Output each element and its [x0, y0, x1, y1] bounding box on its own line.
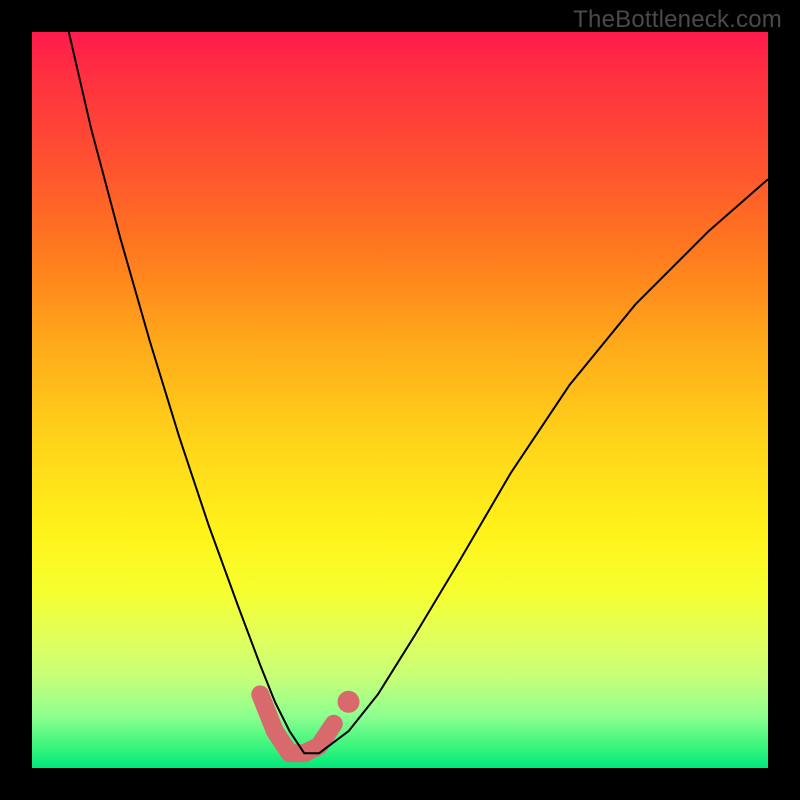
highlight-dot — [338, 691, 360, 713]
chart-frame: TheBottleneck.com — [0, 0, 800, 800]
watermark-text: TheBottleneck.com — [573, 6, 782, 34]
curve-svg — [32, 32, 768, 768]
plot-area — [32, 32, 768, 768]
bottleneck-curve — [69, 32, 768, 753]
optimal-range-highlight — [260, 694, 334, 753]
